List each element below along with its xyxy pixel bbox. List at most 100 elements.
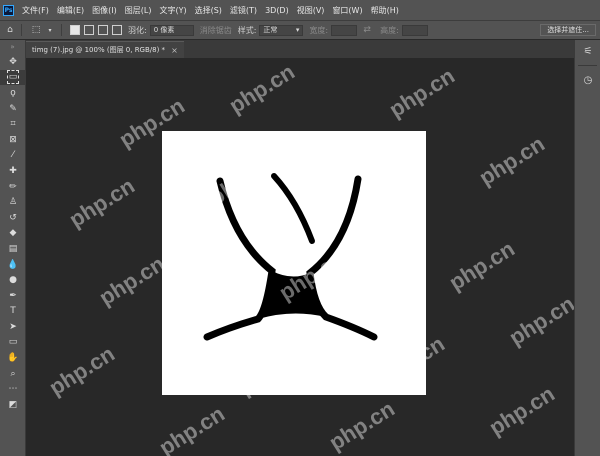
chevron-down-icon: ▾ [295,26,300,34]
home-icon[interactable]: ⌂ [3,23,17,37]
crop-icon: ⌗ [10,119,16,130]
document-tab-title: timg (7).jpg @ 100% (图层 0, RGB/8) * [32,46,166,54]
swap-icon[interactable]: ⇄ [360,23,374,37]
menu-file[interactable]: 文件(F) [18,5,53,16]
watermark-text: php.cn [384,62,459,123]
color-swatches[interactable]: ◩ [0,397,26,413]
clone-stamp-tool[interactable]: ♙ [0,194,26,210]
eraser-tool[interactable]: ◆ [0,226,26,242]
watermark-text: php.cn [94,250,169,311]
toolbar-collapse-icon[interactable]: » [0,40,25,54]
menu-3d[interactable]: 3D(D) [261,6,293,15]
style-select[interactable]: 正常 ▾ [259,24,304,36]
select-and-mask-button[interactable]: 选择并遮住... [540,24,596,36]
zoom-tool[interactable]: ⌕ [0,366,26,382]
marquee-preset-icon[interactable]: ⬚ [29,23,43,37]
menu-edit[interactable]: 编辑(E) [53,5,88,16]
history-icon[interactable]: ◷ [575,69,600,91]
lasso-tool[interactable]: ϙ [0,85,26,101]
width-label: 宽度: [309,25,329,35]
watermark-text: php.cn [444,235,519,296]
canvas-workspace[interactable]: php.cn php.cn php.cn php.cn php.cn php.cn php.… [26,58,574,456]
document-canvas[interactable] [162,131,426,395]
clone-stamp-icon: ♙ [8,197,18,208]
watermark-text: php.cn [324,395,399,456]
path-select-icon: ➤ [9,321,17,332]
canvas-artwork [203,173,378,341]
pen-tool[interactable]: ✒ [0,288,26,304]
tools-panel: » ✥ ▭ ϙ ✎ ⌗ ⊠ ⁄ ✚ ✏ ♙ ↺ ◆ ▤ 💧 ● ✒ T ➤ ▭ ✋ ⌕ ⋯ ◩ [0,40,26,456]
menu-layer[interactable]: 图层(L) [121,5,156,16]
watermark-text: php.cn [154,400,229,456]
frame-icon: ⊠ [9,134,17,145]
eyedropper-tool[interactable]: ⁄ [0,148,26,164]
properties-icon[interactable]: ⚟ [575,40,600,62]
eraser-icon: ◆ [9,228,17,239]
quick-select-icon: ✎ [9,103,17,114]
healing-brush-icon: ✚ [9,165,17,176]
move-tool[interactable]: ✥ [0,54,26,70]
path-select-tool[interactable]: ➤ [0,319,26,335]
menu-type[interactable]: 文字(Y) [155,5,190,16]
divider [578,65,597,66]
intersect-selection-button[interactable] [112,25,122,35]
document-tab[interactable]: timg (7).jpg @ 100% (图层 0, RGB/8) * × [26,41,184,58]
marquee-tool[interactable]: ▭ [0,69,26,86]
menu-image[interactable]: 图像(I) [88,5,121,16]
style-label: 样式: [237,25,257,35]
gradient-tool[interactable]: ▤ [0,241,26,257]
divider [61,24,62,36]
options-bar: ⌂ ⬚ ▾ 羽化: 0 像素 消除锯齿 样式: 正常 ▾ 宽度: ⇄ 高度: 选择… [0,20,600,40]
hand-icon: ✋ [7,353,19,364]
type-tool[interactable]: T [0,304,26,320]
watermark-text: php.cn [474,130,549,191]
hand-tool[interactable]: ✋ [0,350,26,366]
edit-icon: ⋯ [8,384,18,395]
brush-tool[interactable]: ✏ [0,179,26,195]
type-icon: T [10,306,16,317]
rectangle-icon: ▭ [8,337,18,348]
edit-toolbar[interactable]: ⋯ [0,381,26,397]
quick-select-tool[interactable]: ✎ [0,101,26,117]
feather-label: 羽化: [128,25,147,35]
width-input[interactable] [331,24,358,36]
history-brush-tool[interactable]: ↺ [0,210,26,226]
close-icon[interactable]: × [171,46,178,55]
height-label: 高度: [380,25,399,35]
photoshop-logo-icon[interactable]: Ps [3,4,14,16]
feather-input[interactable]: 0 像素 [149,24,194,36]
watermark-text: php.cn [484,380,559,441]
subtract-from-selection-button[interactable] [98,25,108,35]
menu-select[interactable]: 选择(S) [191,5,226,16]
dodge-icon: ● [9,275,17,286]
watermark-text: php.cn [44,340,119,401]
menu-help[interactable]: 帮助(H) [367,5,403,16]
document-tab-bar: timg (7).jpg @ 100% (图层 0, RGB/8) * × [26,40,574,58]
menu-bar: Ps 文件(F) 编辑(E) 图像(I) 图层(L) 文字(Y) 选择(S) 滤… [0,0,600,20]
collapsed-panels: ⚟ ◷ [574,40,600,456]
frame-tool[interactable]: ⊠ [0,132,26,148]
menu-view[interactable]: 视图(V) [293,5,329,16]
add-to-selection-button[interactable] [84,25,94,35]
antialias-checkbox[interactable]: 消除锯齿 [200,25,232,36]
chevron-down-icon[interactable]: ▾ [43,23,57,37]
rectangle-tool[interactable]: ▭ [0,335,26,351]
divider [21,24,22,36]
watermark-text: php.cn [224,58,299,119]
pen-icon: ✒ [9,290,17,301]
history-brush-icon: ↺ [9,212,17,223]
menu-filter[interactable]: 滤镜(T) [226,5,261,16]
height-input[interactable] [401,24,428,36]
crop-tool[interactable]: ⌗ [0,116,26,132]
marquee-icon: ▭ [6,70,20,85]
gradient-icon: ▤ [8,243,18,254]
zoom-icon: ⌕ [10,368,16,379]
dodge-tool[interactable]: ● [0,272,26,288]
healing-brush-tool[interactable]: ✚ [0,163,26,179]
style-value: 正常 [263,26,278,34]
new-selection-button[interactable] [70,25,80,35]
blur-tool[interactable]: 💧 [0,257,26,273]
blur-icon: 💧 [7,259,19,270]
watermark-text: php.cn [504,290,574,351]
menu-window[interactable]: 窗口(W) [328,5,366,16]
